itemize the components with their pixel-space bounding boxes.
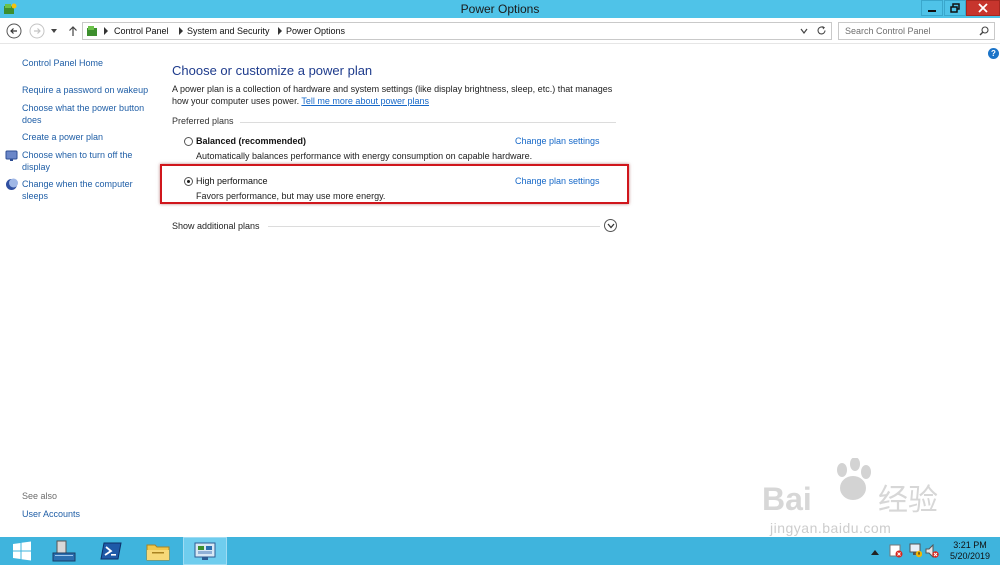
search-input[interactable] <box>845 25 975 37</box>
svg-text:经验: 经验 <box>878 484 938 517</box>
volume-muted-icon[interactable] <box>925 543 939 560</box>
restore-button[interactable] <box>944 0 966 16</box>
clock[interactable]: 3:21 PM 5/20/2019 <box>950 540 990 562</box>
see-also-label: See also <box>22 491 58 501</box>
radio-balanced[interactable] <box>184 137 193 146</box>
forward-arrow-icon <box>29 23 45 39</box>
search-icon[interactable] <box>979 26 989 38</box>
chevron-up-icon <box>871 550 879 555</box>
control-panel-taskbar-button[interactable] <box>183 537 227 565</box>
breadcrumb-control-panel[interactable]: Control Panel <box>114 26 169 36</box>
clock-time: 3:21 PM <box>953 540 987 550</box>
refresh-icon[interactable] <box>816 25 827 38</box>
close-icon <box>978 3 988 13</box>
page-title: Choose or customize a power plan <box>172 63 373 78</box>
breadcrumb-system-and-security[interactable]: System and Security <box>187 26 270 36</box>
display-settings-icon <box>5 149 18 162</box>
address-dropdown-icon[interactable] <box>800 27 808 37</box>
powershell-icon <box>100 542 122 560</box>
close-button[interactable] <box>966 0 1000 16</box>
clock-date: 5/20/2019 <box>949 551 990 561</box>
back-button[interactable] <box>6 23 22 39</box>
plan-name-balanced[interactable]: Balanced (recommended) <box>196 136 306 146</box>
minimize-icon <box>928 10 936 12</box>
divider <box>240 122 616 123</box>
chevron-down-icon <box>607 223 614 228</box>
server-manager-button[interactable] <box>42 537 86 565</box>
plan-description-balanced: Automatically balances performance with … <box>196 151 533 161</box>
highlight-annotation-box <box>160 164 629 204</box>
address-bar: Control Panel System and Security Power … <box>0 18 1000 44</box>
breadcrumb-power-options[interactable]: Power Options <box>286 26 345 36</box>
page-description: A power plan is a collection of hardware… <box>172 84 622 107</box>
scrollbar-area <box>989 44 1000 537</box>
powershell-button[interactable] <box>89 537 133 565</box>
preferred-plans-heading: Preferred plans <box>172 116 234 126</box>
show-hidden-icons-button[interactable] <box>871 547 879 557</box>
control-panel-window: Power Options Control Panel System and S… <box>0 0 1000 537</box>
breadcrumb-separator-icon <box>178 27 184 37</box>
sidebar-item-computer-sleeps[interactable]: Change when the computer sleeps <box>22 179 150 202</box>
recent-pages-button[interactable] <box>49 23 59 39</box>
sidebar-item-control-panel-home[interactable]: Control Panel Home <box>22 58 150 70</box>
restore-icon <box>950 3 960 13</box>
svg-text:Bai: Bai <box>762 481 812 517</box>
divider <box>268 226 600 227</box>
network-icon[interactable] <box>908 543 923 560</box>
action-center-icon[interactable] <box>889 544 903 560</box>
help-icon[interactable]: ? <box>988 48 999 59</box>
server-manager-icon <box>52 540 76 562</box>
sleep-moon-icon <box>5 178 18 191</box>
sidebar-item-turn-off-display[interactable]: Choose when to turn off the display <box>22 150 150 173</box>
show-additional-plans[interactable]: Show additional plans <box>172 221 260 231</box>
control-panel-icon <box>86 24 100 40</box>
folder-icon <box>146 544 170 561</box>
control-panel-icon <box>194 542 216 560</box>
back-arrow-icon <box>6 23 22 39</box>
window-title: Power Options <box>460 2 540 16</box>
taskbar: 3:21 PM 5/20/2019 <box>0 537 1000 565</box>
breadcrumb[interactable]: Control Panel System and Security Power … <box>82 22 832 40</box>
breadcrumb-separator-icon <box>277 27 283 37</box>
start-button[interactable] <box>0 537 44 565</box>
change-plan-settings-balanced[interactable]: Change plan settings <box>515 136 600 146</box>
up-arrow-icon <box>69 26 77 36</box>
sidebar-item-user-accounts[interactable]: User Accounts <box>22 509 150 521</box>
chevron-down-icon <box>51 29 57 33</box>
search-box[interactable] <box>838 22 995 40</box>
expand-button[interactable] <box>604 219 617 232</box>
minimize-button[interactable] <box>921 0 943 16</box>
sidebar-item-create-plan[interactable]: Create a power plan <box>22 132 150 144</box>
sidebar-item-power-button[interactable]: Choose what the power button does <box>22 103 152 126</box>
windows-logo-icon <box>13 541 31 561</box>
sidebar-item-require-password[interactable]: Require a password on wakeup <box>22 85 150 97</box>
up-button[interactable] <box>65 23 81 39</box>
file-explorer-button[interactable] <box>136 537 180 565</box>
forward-button[interactable] <box>29 23 45 39</box>
watermark-url: jingyan.baidu.com <box>770 520 892 536</box>
breadcrumb-separator-icon <box>103 27 109 37</box>
title-bar[interactable]: Power Options <box>0 0 1000 18</box>
tell-me-more-link[interactable]: Tell me more about power plans <box>301 96 429 106</box>
